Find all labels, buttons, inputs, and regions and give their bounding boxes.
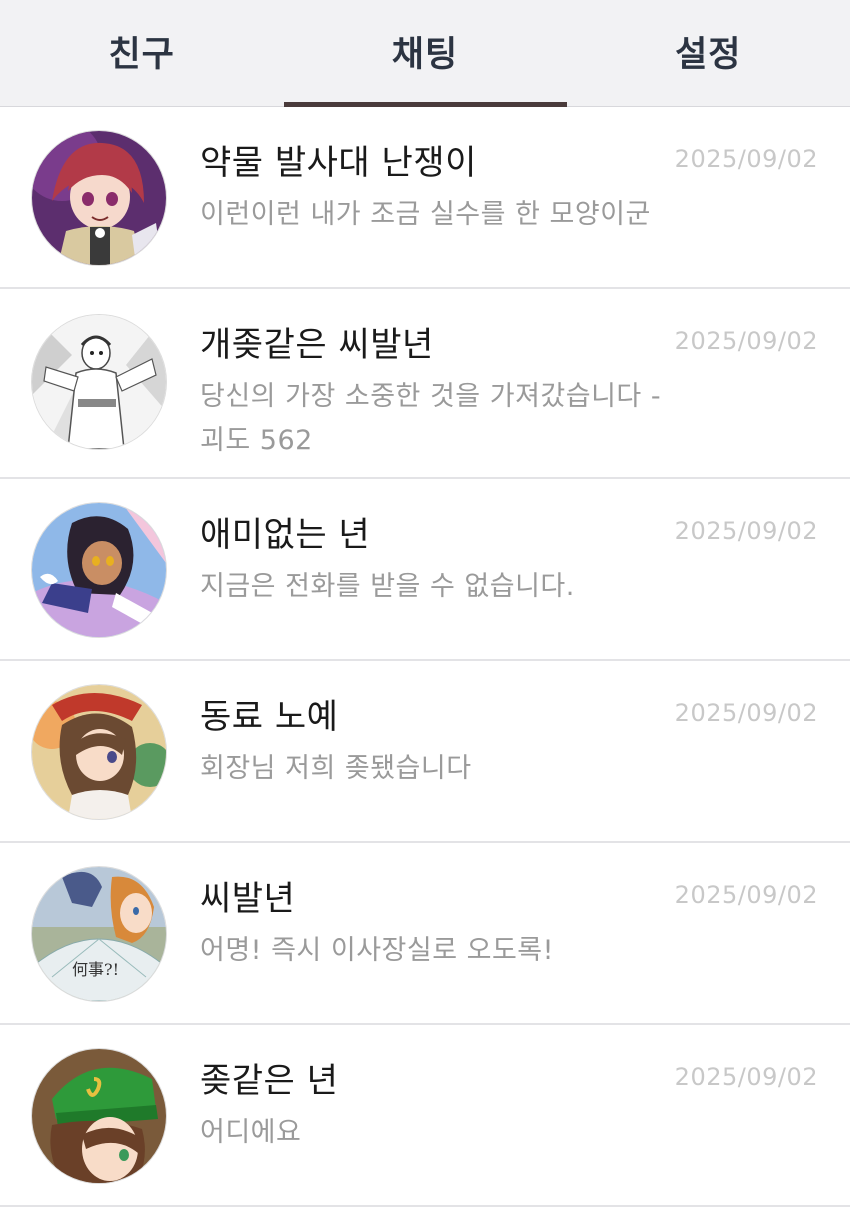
- chat-row[interactable]: 동료 노예 회장님 저희 좆됐습니다 2025/09/02: [0, 661, 850, 843]
- chat-row[interactable]: 좆같은 년 어디에요 2025/09/02: [0, 1025, 850, 1207]
- chat-date: 2025/09/02: [674, 517, 818, 545]
- svg-text:何事?!: 何事?!: [72, 960, 119, 979]
- chat-name: 애미없는 년: [200, 515, 371, 555]
- chat-name: 씨발년: [200, 879, 296, 919]
- chat-date: 2025/09/02: [674, 327, 818, 355]
- chat-preview: 어디에요: [200, 1117, 302, 1148]
- chat-row[interactable]: 何事?! 씨발년 어명! 즉시 이사장실로 오도록! 2025/09/02: [0, 843, 850, 1025]
- chat-name: 좆같은 년: [200, 1061, 339, 1101]
- chat-preview: 어명! 즉시 이사장실로 오도록!: [200, 935, 554, 966]
- chat-date: 2025/09/02: [674, 1063, 818, 1091]
- avatar[interactable]: 何事?!: [32, 867, 166, 1001]
- chat-preview: 이런이런 내가 조금 실수를 한 모양이군: [200, 199, 651, 230]
- avatar[interactable]: [32, 315, 166, 449]
- chat-name: 동료 노예: [200, 697, 339, 737]
- chat-preview: 회장님 저희 좆됐습니다: [200, 753, 472, 784]
- chat-date: 2025/09/02: [674, 145, 818, 173]
- chat-date: 2025/09/02: [674, 881, 818, 909]
- chat-preview: 당신의 가장 소중한 것을 가져갔습니다 -괴도 562: [200, 381, 662, 456]
- chat-date: 2025/09/02: [674, 699, 818, 727]
- chat-row[interactable]: 약물 발사대 난쟁이 이런이런 내가 조금 실수를 한 모양이군 2025/09…: [0, 107, 850, 289]
- chat-list: 약물 발사대 난쟁이 이런이런 내가 조금 실수를 한 모양이군 2025/09…: [0, 107, 850, 1207]
- chat-row[interactable]: 애미없는 년 지금은 전화를 받을 수 없습니다. 2025/09/02: [0, 479, 850, 661]
- tab-friends[interactable]: 친구: [0, 0, 283, 106]
- chat-name: 약물 발사대 난쟁이: [200, 143, 477, 183]
- avatar[interactable]: [32, 1049, 166, 1183]
- chat-row[interactable]: 개좆같은 씨발년 당신의 가장 소중한 것을 가져갔습니다 -괴도 562 20…: [0, 289, 850, 479]
- tab-bar: 친구 채팅 설정: [0, 0, 850, 107]
- avatar[interactable]: [32, 131, 166, 265]
- chat-preview: 지금은 전화를 받을 수 없습니다.: [200, 571, 575, 602]
- avatar[interactable]: [32, 503, 166, 637]
- chat-name: 개좆같은 씨발년: [200, 325, 434, 365]
- avatar[interactable]: [32, 685, 166, 819]
- tab-chats[interactable]: 채팅: [283, 0, 566, 106]
- tab-settings[interactable]: 설정: [567, 0, 850, 106]
